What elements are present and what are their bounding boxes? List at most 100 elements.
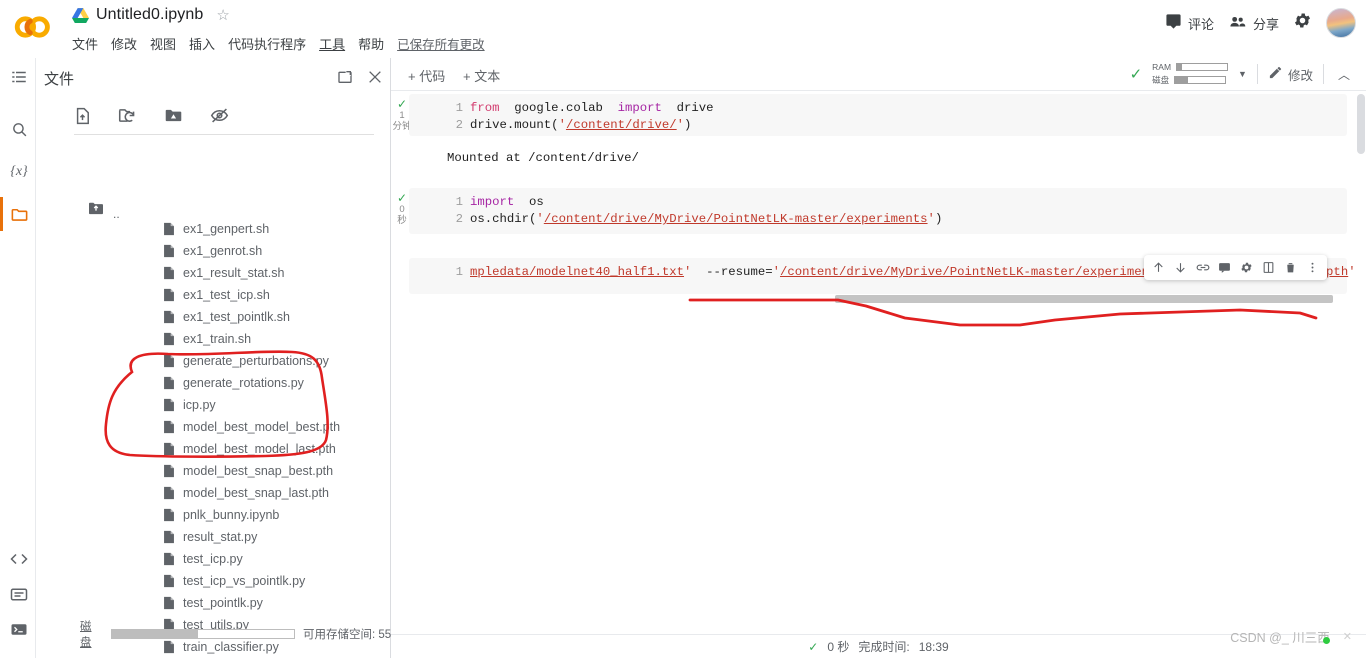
notebook-scrollbar[interactable] <box>1356 91 1366 636</box>
document-title[interactable]: Untitled0.ipynb <box>96 6 203 24</box>
ram-meter-row: RAM <box>1152 62 1229 72</box>
file-list-item[interactable]: model_best_snap_last.pth <box>36 482 376 504</box>
menu-edit[interactable]: 修改 <box>111 34 137 53</box>
edit-button[interactable]: 修改 <box>1268 65 1313 84</box>
watermark-dot-icon <box>1322 637 1330 644</box>
file-name: model_best_snap_last.pth <box>183 486 329 500</box>
file-list-item[interactable]: test_icp.py <box>36 548 376 570</box>
close-icon[interactable] <box>367 69 383 90</box>
document-title-row[interactable]: Untitled0.ipynb ☆ <box>72 6 230 24</box>
left-icon-rail: {x} <box>0 58 36 658</box>
file-list-item[interactable]: ex1_test_pointlk.sh <box>36 306 376 328</box>
code-horizontal-scrollbar[interactable] <box>835 295 1333 303</box>
code-token: ' <box>772 265 780 279</box>
save-state-label[interactable]: 已保存所有更改 <box>397 34 485 53</box>
code-content[interactable]: 1 from google.colab import drive 2 drive.mo… <box>451 100 714 134</box>
file-icon <box>163 530 175 544</box>
code-token: ' <box>676 118 685 132</box>
file-list-item[interactable]: model_best_snap_best.pth <box>36 460 376 482</box>
mount-drive-icon[interactable] <box>164 107 183 124</box>
command-palette-icon[interactable] <box>8 583 30 605</box>
file-name: result_stat.py <box>183 530 258 544</box>
file-icon <box>163 552 175 566</box>
cell-output: Mounted at /content/drive/ <box>447 151 639 165</box>
link-icon[interactable] <box>1193 258 1212 277</box>
file-icon <box>163 486 175 500</box>
terminal-icon[interactable] <box>8 618 30 640</box>
comment-button[interactable]: 评论 <box>1165 13 1214 33</box>
file-icon <box>163 596 175 610</box>
file-name: ex1_train.sh <box>183 332 252 346</box>
code-token: ) <box>934 212 943 226</box>
file-list-item[interactable]: icp.py <box>36 394 376 416</box>
settings-gear-icon[interactable] <box>1293 11 1312 35</box>
move-up-icon[interactable] <box>1149 258 1168 277</box>
file-list-item[interactable]: model_best_model_last.pth <box>36 438 376 460</box>
file-list-item[interactable]: model_best_model_best.pth <box>36 416 376 438</box>
collapse-toolbar-icon[interactable]: ︿ <box>1334 66 1354 83</box>
code-token: ) <box>684 118 692 132</box>
search-icon[interactable] <box>8 118 30 140</box>
colab-logo-icon[interactable] <box>14 12 58 42</box>
file-list-item[interactable]: generate_perturbations.py <box>36 350 376 372</box>
refresh-folder-icon[interactable] <box>118 107 137 124</box>
menu-insert[interactable]: 插入 <box>189 34 215 53</box>
file-name: ex1_genrot.sh <box>183 244 263 258</box>
file-list-item[interactable]: ex1_genrot.sh <box>36 240 376 262</box>
runtime-status-group: ✓ RAM 磁盘 ▼ 修改 ︿ <box>1130 62 1354 86</box>
file-list-item[interactable]: ex1_train.sh <box>36 328 376 350</box>
open-in-new-icon[interactable] <box>337 69 353 90</box>
add-text-cell-button[interactable]: + 文本 <box>463 66 500 85</box>
code-token: ' <box>536 212 544 226</box>
menu-view[interactable]: 视图 <box>150 34 176 53</box>
user-avatar[interactable] <box>1326 8 1356 38</box>
hide-hidden-files-icon[interactable] <box>210 107 229 124</box>
cell-toolbar <box>1144 255 1327 280</box>
upload-icon[interactable] <box>74 107 91 125</box>
move-down-icon[interactable] <box>1171 258 1190 277</box>
file-name: model_best_model_best.pth <box>183 420 341 434</box>
files-icon[interactable] <box>0 197 30 231</box>
notebook-scrollbar-thumb[interactable] <box>1357 94 1365 154</box>
table-of-contents-icon[interactable] <box>8 66 30 88</box>
file-name: pnlk_bunny.ipynb <box>183 508 280 522</box>
file-list-item[interactable]: ex1_test_icp.sh <box>36 284 376 306</box>
menu-runtime[interactable]: 代码执行程序 <box>228 34 306 53</box>
file-list-item[interactable]: ex1_result_stat.sh <box>36 262 376 284</box>
file-list-item[interactable]: pnlk_bunny.ipynb <box>36 504 376 526</box>
file-list-item[interactable]: test_pointlk.py <box>36 592 376 614</box>
file-name: test_icp_vs_pointlk.py <box>183 574 306 588</box>
menu-help[interactable]: 帮助 <box>358 34 384 53</box>
file-icon <box>163 398 175 412</box>
files-panel-divider <box>74 134 374 135</box>
code-content[interactable]: 1 import os 2 os.chdir('/content/drive/MyDr… <box>451 194 943 228</box>
variables-icon[interactable]: {x} <box>8 161 30 183</box>
file-icon <box>163 376 175 390</box>
code-token: ' <box>927 212 935 226</box>
file-icon <box>163 354 175 368</box>
delete-icon[interactable] <box>1281 258 1300 277</box>
resource-meters[interactable]: RAM 磁盘 <box>1152 62 1229 86</box>
star-icon[interactable]: ☆ <box>216 6 229 24</box>
menu-file[interactable]: 文件 <box>72 34 98 53</box>
file-list-item[interactable]: generate_rotations.py <box>36 372 376 394</box>
share-button[interactable]: 分享 <box>1228 13 1279 33</box>
code-snippets-icon[interactable] <box>8 548 30 570</box>
comment-icon[interactable] <box>1215 258 1234 277</box>
mirror-cell-icon[interactable] <box>1259 258 1278 277</box>
file-name: icp.py <box>183 398 216 412</box>
more-options-icon[interactable] <box>1303 258 1322 277</box>
menu-tools[interactable]: 工具 <box>319 34 345 53</box>
file-icon <box>163 574 175 588</box>
code-line: 1 import os <box>451 194 942 211</box>
file-list-item[interactable]: result_stat.py <box>36 526 376 548</box>
disk-usage-fill <box>111 630 198 638</box>
chevron-down-icon[interactable]: ▼ <box>1238 69 1247 79</box>
menu-bar: 文件 修改 视图 插入 代码执行程序 工具 帮助 已保存所有更改 <box>72 34 485 53</box>
file-list[interactable]: ex1_genpert.sh ex1_genrot.sh ex1_result_st… <box>36 218 376 658</box>
settings-icon[interactable] <box>1237 258 1256 277</box>
add-code-cell-button[interactable]: + 代码 <box>408 66 445 85</box>
files-panel-header: 文件 <box>36 58 391 98</box>
file-list-item[interactable]: test_icp_vs_pointlk.py <box>36 570 376 592</box>
file-list-item[interactable]: ex1_genpert.sh <box>36 218 376 240</box>
